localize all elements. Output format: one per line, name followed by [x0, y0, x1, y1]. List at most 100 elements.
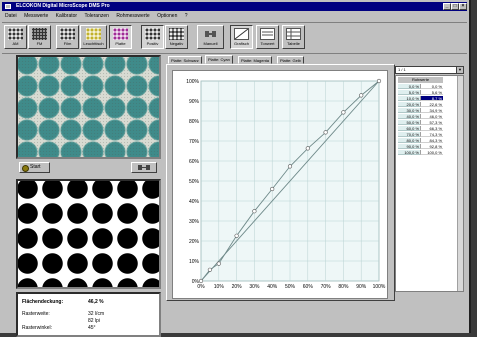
table-cell-output[interactable]: 5,6 %	[420, 90, 443, 95]
film-button[interactable]: Film	[56, 25, 79, 49]
grafisch-button-label: Grafisch	[234, 41, 249, 46]
close-button[interactable]: ×	[459, 3, 467, 10]
table-cell-output[interactable]: 84,3 %	[420, 138, 443, 143]
am-button[interactable]: AM	[4, 25, 27, 49]
menu-toleranzen[interactable]: Toleranzen	[84, 13, 108, 19]
table-cell-input: 20,0 %	[398, 102, 420, 107]
leuchttisch-button[interactable]: Leuchttisch	[80, 25, 107, 49]
menu-datei[interactable]: Datei	[5, 13, 17, 19]
platte-button-label: Platte	[115, 41, 126, 46]
table-cell-output[interactable]: 8,7 %	[420, 96, 443, 101]
data-point[interactable]	[198, 278, 204, 284]
tab-content: 0% 10% 20% 30% 40% 50% 60% 70% 80% 90% 100% 0% 10% 20…	[166, 64, 395, 301]
menu-bar: Datei Messwerte Kalibrator Toleranzen Ro…	[2, 12, 467, 20]
table-cell-output[interactable]: 92,8 %	[420, 144, 443, 149]
start-button[interactable]: Start	[19, 162, 50, 173]
manuell-button[interactable]: Manuell	[197, 25, 224, 49]
minimize-button[interactable]: _	[443, 3, 451, 10]
table-cell-output[interactable]: 34,9 %	[420, 108, 443, 113]
table-cell-output[interactable]: 66,3 %	[420, 126, 443, 131]
chevron-down-icon[interactable]: ▼	[456, 67, 463, 73]
tabelle-button-label: Tabelle	[287, 41, 300, 46]
maximize-button[interactable]: □	[451, 3, 459, 10]
measurement-select[interactable]: 1 / 1 ▼	[395, 66, 464, 74]
menu-optionen[interactable]: Optionen	[157, 13, 177, 19]
x-tick-label: 80%	[338, 284, 349, 290]
y-tick-label: 70%	[189, 139, 200, 145]
menu-kalibrator[interactable]: Kalibrator	[56, 13, 77, 19]
y-tick-label: 0%	[192, 279, 200, 285]
table-row[interactable]: 70,0 % 74,3 %	[398, 132, 443, 137]
data-point[interactable]	[323, 130, 328, 135]
flaechendeckung-label: Flächendeckung:	[22, 299, 64, 305]
y-tick-label: 100%	[186, 79, 199, 85]
data-point[interactable]	[341, 110, 346, 115]
menu-help[interactable]: ?	[185, 13, 188, 19]
table-icon	[286, 28, 301, 40]
table-cell-output[interactable]: 0,0 %	[420, 84, 443, 89]
data-point[interactable]	[252, 209, 257, 214]
data-point[interactable]	[234, 233, 239, 238]
menu-rohmesswerte[interactable]: Rohmesswerte	[116, 13, 149, 19]
toolbar: AM FM Film Leuchttisch Platte Positiv Ne…	[2, 22, 467, 54]
tabelle-button[interactable]: Tabelle	[282, 25, 305, 49]
data-point[interactable]	[216, 261, 221, 266]
microscope-color-image	[16, 55, 161, 159]
negativ-button-label: Negativ	[169, 41, 184, 46]
tonwert-button[interactable]: Tonwert	[256, 25, 279, 49]
table-row[interactable]: 40,0 % 46,0 %	[398, 114, 443, 119]
table-row[interactable]: 80,0 % 84,3 %	[398, 138, 443, 143]
tab-cyan[interactable]: Platte: Cyan	[205, 55, 233, 64]
table-cell-output[interactable]: 22,6 %	[420, 102, 443, 107]
y-tick-label: 60%	[189, 159, 200, 165]
measurement-select-value: 1 / 1	[398, 67, 406, 72]
fm-button-label: FM	[36, 41, 43, 46]
tab-schwarz[interactable]: Platte: Schwarz	[168, 56, 202, 64]
table-row[interactable]: 20,0 % 22,6 %	[398, 102, 443, 107]
y-tick-label: 80%	[189, 119, 200, 125]
fm-button[interactable]: FM	[28, 25, 51, 49]
tab-magenta[interactable]: Platte: Magenta	[238, 56, 273, 64]
table-cell-output[interactable]: 46,0 %	[420, 114, 443, 119]
table-cell-input: 10,0 %	[398, 96, 420, 101]
grafisch-button[interactable]: Grafisch	[230, 25, 253, 49]
left-panel: Start Flächendeckung: 46,2 % Rasterweite…	[16, 55, 161, 337]
capture-controls: Start	[16, 161, 161, 175]
platte-button[interactable]: Platte	[109, 25, 132, 49]
rasterwinkel-label: Rasterwinkel:	[22, 325, 53, 331]
chart-svg: 0% 10% 20% 30% 40% 50% 60% 70% 80% 90% 100% 0% 10% 20…	[186, 78, 386, 290]
table-row[interactable]: 30,0 % 34,9 %	[398, 108, 443, 113]
data-point[interactable]	[376, 78, 382, 84]
y-tick-label: 20%	[189, 239, 200, 245]
data-point[interactable]	[305, 146, 310, 151]
app-window: ELCOKON Digital MicroScope DMS Pro _ □ ×…	[0, 0, 471, 337]
x-tick-label: 90%	[356, 284, 367, 290]
menu-messwerte[interactable]: Messwerte	[24, 13, 48, 19]
table-scrollbar[interactable]	[457, 76, 463, 291]
table-row[interactable]: 5,0 % 5,6 %	[398, 90, 443, 95]
x-tick-label: 70%	[321, 284, 332, 290]
data-point[interactable]	[270, 186, 275, 192]
table-row[interactable]: 100,0 % 100,0 %	[398, 150, 443, 155]
table-cell-output[interactable]: 57,3 %	[420, 120, 443, 125]
table-row[interactable]: 60,0 % 66,3 %	[398, 126, 443, 131]
negativ-button[interactable]: Negativ	[165, 25, 188, 49]
data-point[interactable]	[287, 164, 293, 169]
gradation-chart: 0% 10% 20% 30% 40% 50% 60% 70% 80% 90% 100% 0% 10% 20…	[172, 70, 388, 299]
table-cell-input: 90,0 %	[398, 144, 420, 149]
table-row[interactable]: 0,0 % 0,0 %	[398, 84, 443, 89]
microscope-icon	[205, 31, 216, 37]
positiv-button[interactable]: Positiv	[141, 25, 164, 49]
microscope-settings-button[interactable]	[131, 162, 157, 173]
table-row[interactable]: 10,0 % 8,7 %	[398, 96, 443, 101]
table-cell-input: 100,0 %	[398, 150, 420, 155]
table-row[interactable]: 90,0 % 92,8 %	[398, 144, 443, 149]
table-cell-output[interactable]: 74,3 %	[420, 132, 443, 137]
table-cell-output[interactable]: 100,0 %	[420, 150, 443, 155]
tab-gelb[interactable]: Platte: Gelb	[277, 56, 304, 64]
values-table: Rohwerte 0,0 % 0,0 % 5,0 % 5,6 % 10,0 % 8,7 %…	[395, 75, 464, 292]
film-button-label: Film	[63, 41, 72, 46]
data-point[interactable]	[359, 93, 364, 98]
data-point[interactable]	[207, 267, 213, 272]
table-row[interactable]: 50,0 % 57,3 %	[398, 120, 443, 125]
